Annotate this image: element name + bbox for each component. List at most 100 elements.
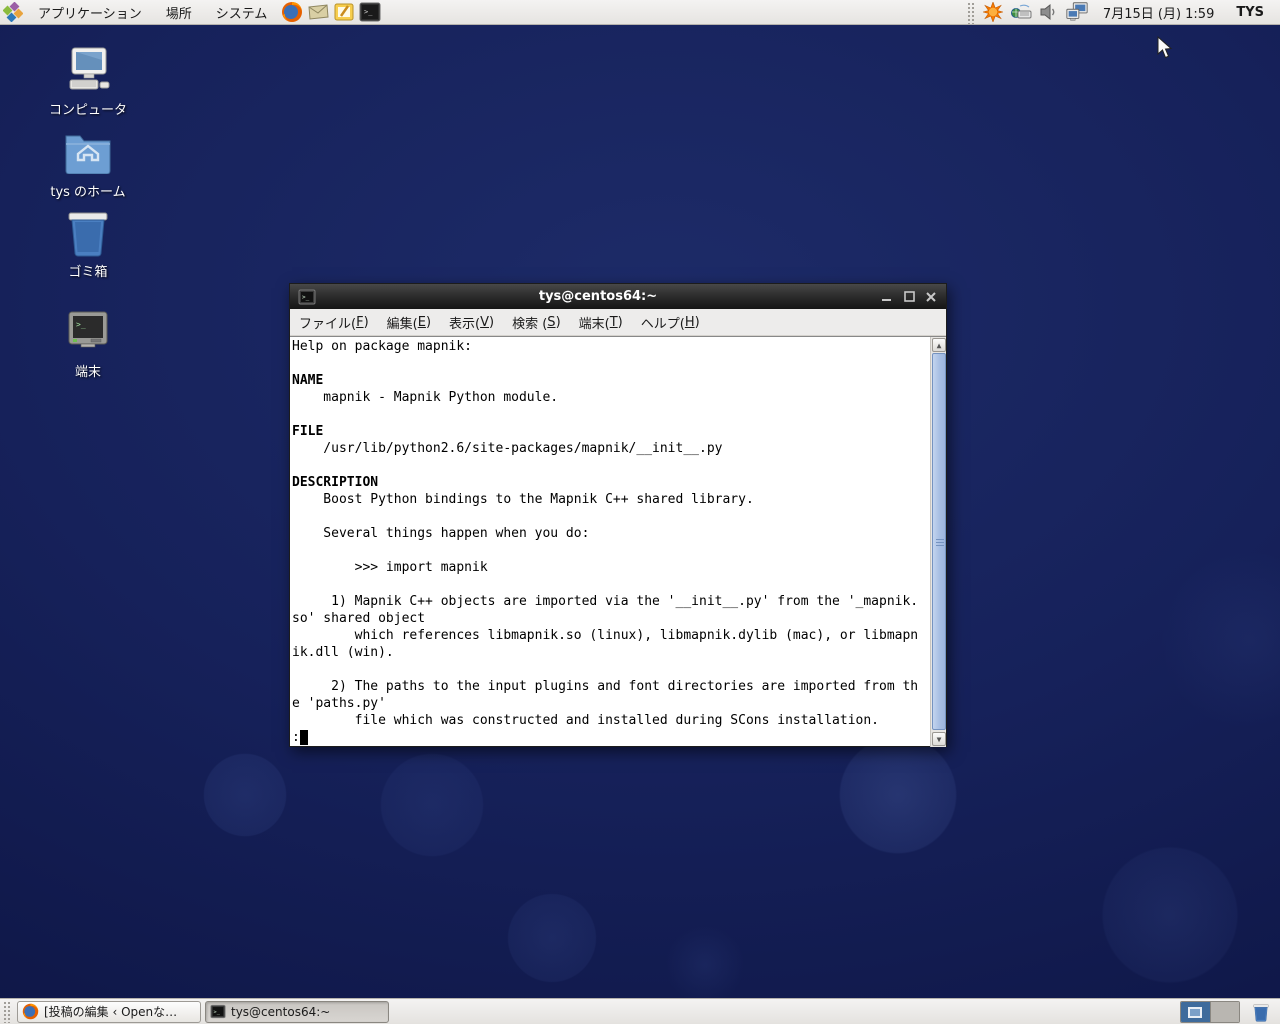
- terminal-line: Several things happen when you do:: [292, 525, 929, 542]
- window-terminal-icon: >_: [298, 289, 316, 305]
- desktop-icon-label: tys のホーム: [40, 181, 136, 200]
- terminal-line: [292, 542, 929, 559]
- workspace-switcher: [1180, 1001, 1240, 1023]
- firefox-icon: [281, 1, 303, 23]
- svg-text:>_: >_: [364, 8, 373, 16]
- alert-starburst-icon[interactable]: [981, 0, 1005, 24]
- terminal-content[interactable]: Help on package mapnik: NAME mapnik - Ma…: [290, 336, 946, 746]
- terminal-line: mapnik - Mapnik Python module.: [292, 389, 929, 406]
- taskbar-button-label: tys@centos64:~: [231, 1005, 330, 1019]
- menu-mnemonic: T: [610, 315, 618, 330]
- workspace-2[interactable]: [1210, 1002, 1239, 1022]
- menu-help[interactable]: ヘルプ(H): [632, 309, 709, 336]
- pager-colon: :: [292, 730, 300, 745]
- email-launcher-button[interactable]: [305, 0, 331, 24]
- taskbar-button-firefox[interactable]: [投稿の編集 ‹ Openな…: [17, 1001, 201, 1023]
- desktop-icon-terminal[interactable]: >_ 端末: [40, 306, 136, 380]
- menu-label: ): [556, 315, 561, 330]
- window-titlebar[interactable]: >_ tys@centos64:~: [290, 284, 946, 309]
- bottom-panel: [投稿の編集 ‹ Openな… >_ tys@centos64:~: [0, 998, 1280, 1024]
- scroll-up-arrow-icon[interactable]: ▲: [932, 338, 946, 352]
- menu-mnemonic: H: [685, 315, 695, 330]
- menu-view[interactable]: 表示(V): [440, 309, 503, 336]
- desktop-icon-label: 端末: [40, 361, 136, 380]
- top-panel: アプリケーション 場所 システム >_: [0, 0, 1280, 25]
- menu-mnemonic: V: [480, 315, 489, 330]
- close-button[interactable]: [920, 287, 942, 306]
- terminal-launcher-button[interactable]: >_: [357, 0, 383, 24]
- trash-applet-button[interactable]: [1248, 1000, 1274, 1024]
- centos-logo-icon: [3, 2, 23, 22]
- trash-icon: [62, 206, 114, 258]
- minimize-button[interactable]: [876, 287, 898, 306]
- terminal-text: Help on package mapnik: NAME mapnik - Ma…: [292, 338, 929, 746]
- centos-menu-button[interactable]: [0, 0, 26, 24]
- menu-system[interactable]: システム: [204, 0, 280, 25]
- desktop-icon-trash[interactable]: ゴミ箱: [40, 206, 136, 280]
- window-title: tys@centos64:~: [320, 289, 876, 304]
- menu-search[interactable]: 検索 (S): [503, 309, 570, 336]
- terminal-line: e 'paths.py': [292, 695, 929, 712]
- firefox-launcher-button[interactable]: [279, 0, 305, 24]
- menu-label: 検索 (: [512, 313, 547, 332]
- terminal-scrollbar[interactable]: ▲ ▼: [930, 337, 946, 747]
- menu-label: ): [618, 315, 623, 330]
- menu-places[interactable]: 場所: [154, 0, 204, 25]
- taskbar-button-terminal[interactable]: >_ tys@centos64:~: [205, 1001, 389, 1023]
- terminal-line: which references libmapnik.so (linux), l…: [292, 627, 929, 644]
- menu-label: ): [426, 315, 431, 330]
- menu-label: ヘルプ(: [641, 313, 685, 332]
- scrollbar-thumb[interactable]: [932, 353, 946, 730]
- desktop-icon-label: コンピュータ: [40, 99, 136, 118]
- menu-mnemonic: F: [356, 315, 363, 330]
- svg-text:>_: >_: [302, 294, 310, 301]
- network-displays-icon[interactable]: [1065, 0, 1089, 24]
- scroll-down-arrow-icon[interactable]: ▼: [932, 732, 946, 746]
- mouse-cursor: [1157, 36, 1173, 64]
- maximize-button[interactable]: [898, 287, 920, 306]
- home-folder-icon: [62, 126, 114, 178]
- terminal-line: Boost Python bindings to the Mapnik C++ …: [292, 491, 929, 508]
- keyboard-layout-icon[interactable]: [1009, 0, 1033, 24]
- svg-text:>_: >_: [76, 320, 86, 329]
- terminal-line: [292, 661, 929, 678]
- menu-mnemonic: E: [418, 315, 426, 330]
- terminal-line: [292, 406, 929, 423]
- terminal-line: so' shared object: [292, 610, 929, 627]
- text-editor-icon: [333, 1, 355, 23]
- volume-icon[interactable]: [1037, 0, 1061, 24]
- menu-label: 表示(: [449, 313, 480, 332]
- desktop-icon-computer[interactable]: コンピュータ: [40, 44, 136, 118]
- desktop-icon-home[interactable]: tys のホーム: [40, 126, 136, 200]
- terminal-monitor-icon: >_: [62, 306, 114, 358]
- terminal-pager-prompt: :: [292, 729, 929, 746]
- trash-icon: [1252, 1002, 1270, 1022]
- system-tray: 7月15日 (月) 1:59 TYS: [964, 0, 1280, 24]
- menu-file[interactable]: ファイル(F): [290, 309, 378, 336]
- terminal-cursor: [300, 730, 308, 745]
- terminal-window: >_ tys@centos64:~ ファイル(F) 編集(E) 表示(V) 検索…: [289, 283, 947, 747]
- menu-edit[interactable]: 編集(E): [378, 309, 440, 336]
- terminal-icon: >_: [210, 1004, 226, 1019]
- menu-mnemonic: S: [547, 315, 555, 330]
- menu-label: 編集(: [387, 313, 418, 332]
- gedit-launcher-button[interactable]: [331, 0, 357, 24]
- terminal-line: [292, 576, 929, 593]
- workspace-window-thumb: [1188, 1007, 1202, 1018]
- terminal-line: /usr/lib/python2.6/site-packages/mapnik/…: [292, 440, 929, 457]
- tray-drag-handle[interactable]: [966, 1, 975, 24]
- taskbar-button-label: [投稿の編集 ‹ Openな…: [44, 1003, 177, 1020]
- terminal-line: FILE: [292, 423, 929, 440]
- terminal-line: file which was constructed and installed…: [292, 712, 929, 729]
- terminal-line: NAME: [292, 372, 929, 389]
- terminal-line: 1) Mapnik C++ objects are imported via t…: [292, 593, 929, 610]
- menu-label: 端末(: [579, 313, 610, 332]
- menu-terminal[interactable]: 端末(T): [570, 309, 632, 336]
- terminal-line: [292, 508, 929, 525]
- tasklist-drag-handle[interactable]: [2, 1000, 11, 1023]
- menu-applications[interactable]: アプリケーション: [26, 0, 154, 25]
- user-switcher[interactable]: TYS: [1228, 5, 1272, 20]
- clock[interactable]: 7月15日 (月) 1:59: [1093, 3, 1224, 22]
- workspace-1[interactable]: [1181, 1002, 1210, 1022]
- menu-label: ): [695, 315, 700, 330]
